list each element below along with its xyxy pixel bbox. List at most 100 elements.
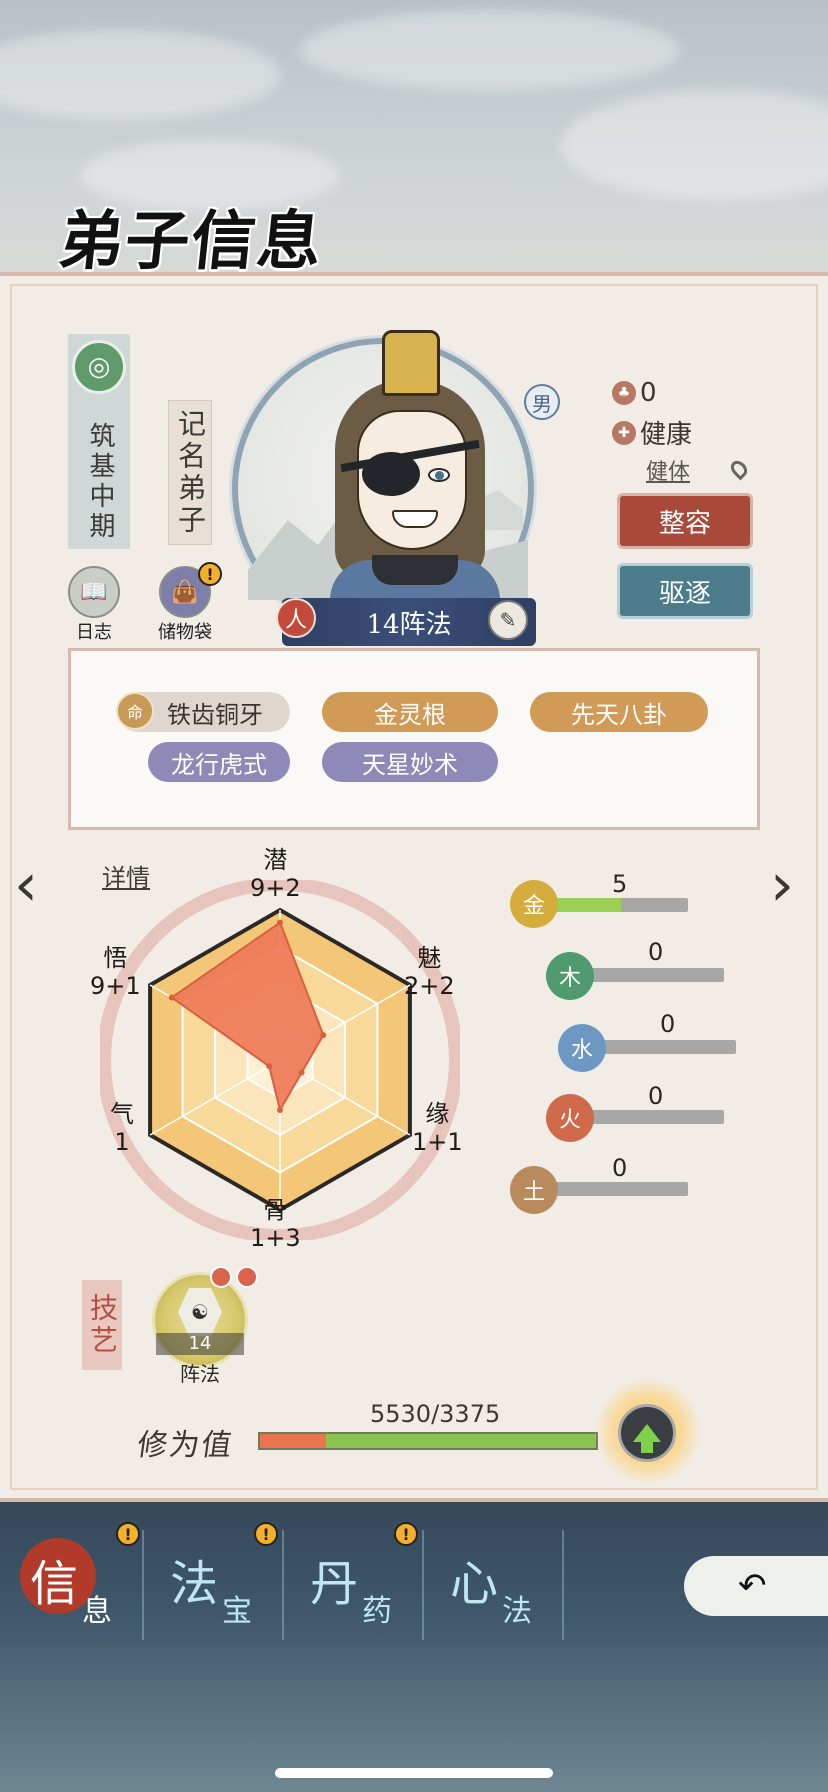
book-icon: 📖 (68, 566, 120, 618)
rank-label: 筑基中期 (85, 422, 115, 542)
element-value: 0 (612, 1154, 628, 1182)
reshape-button[interactable]: 整容 (620, 496, 750, 546)
element-bar (578, 1110, 724, 1124)
trait-tag[interactable]: 金灵根 (322, 692, 498, 732)
fate-icon: 命 (116, 692, 154, 730)
radar-data-point-悟 (168, 994, 175, 1001)
element-icon: 金 (510, 880, 558, 928)
element-bar (578, 968, 724, 982)
tab-treasure[interactable]: 法 宝 (150, 1530, 290, 1640)
tab-small-char: 药 (362, 1594, 392, 1629)
stat-name: 潜 (263, 846, 288, 874)
character-eye (428, 468, 450, 482)
stat-name: 缘 (425, 1100, 450, 1128)
tab-big-char: 心 (450, 1556, 499, 1612)
log-label: 日志 (76, 622, 112, 643)
character-mouth (392, 510, 438, 528)
element-value: 0 (660, 1010, 676, 1038)
tab-info[interactable]: 信 息 (10, 1530, 150, 1640)
mushroom-count: ♣ 0 (612, 378, 657, 408)
stat-name: 悟 (103, 944, 128, 972)
character-crown (382, 330, 440, 396)
radar-data-point-缘 (298, 1069, 305, 1076)
element-icon: 水 (558, 1024, 606, 1072)
prev-disciple-arrow[interactable]: ‹ (14, 850, 38, 920)
cultivation-bar (258, 1432, 598, 1450)
mushroom-count-value: 0 (640, 378, 657, 408)
page-title: 弟子信息 (55, 204, 328, 279)
brush-icon: ✎ (488, 600, 528, 640)
skills-label: 技艺 (86, 1293, 119, 1357)
stat-label-qi: 气 1 (110, 1100, 134, 1156)
constitution-link[interactable]: 健体 (646, 454, 690, 486)
health-status-value: 健康 (640, 420, 693, 450)
heart-icon: ✚ (612, 420, 636, 445)
storage-alert-badge: ! (198, 562, 222, 586)
stat-name: 魅 (417, 944, 442, 972)
element-value: 5 (612, 870, 628, 898)
stat-label-gu: 骨 1+3 (250, 1196, 301, 1252)
stat-label-mei: 魅 2+2 (404, 944, 455, 1000)
gender-badge: 男 (524, 384, 560, 420)
element-icon: 木 (546, 952, 594, 1000)
arrow-up-icon (633, 1424, 661, 1453)
tab-big-char: 法 (170, 1556, 219, 1612)
cultivation-value: 5530/3375 (370, 1400, 501, 1428)
health-status: ✚ 健康 (612, 414, 692, 451)
tab-alert-badge: ! (254, 1522, 278, 1546)
radar-data-point-骨 (277, 1107, 283, 1113)
stat-value: 1 (114, 1128, 130, 1156)
tab-divider (282, 1530, 284, 1640)
tab-small-char: 宝 (222, 1594, 252, 1629)
human-badge: 人 (276, 598, 316, 638)
home-indicator[interactable] (275, 1768, 553, 1778)
radar-data-point-潜 (277, 919, 283, 926)
tab-alert-badge: ! (394, 1522, 418, 1546)
cultivation-bar-segment (260, 1434, 326, 1448)
stat-label-qian: 潜 9+2 (250, 846, 301, 902)
storage-bag-label: 储物袋 (158, 622, 212, 643)
stat-value: 9+2 (250, 874, 301, 902)
skills-side-label: 技艺 (82, 1280, 122, 1370)
radar-data-point-魅 (320, 1032, 327, 1038)
tab-small-char: 法 (502, 1594, 532, 1629)
stat-value: 1+3 (250, 1224, 301, 1252)
expel-button[interactable]: 驱逐 (620, 566, 750, 616)
stat-value: 9+1 (90, 972, 141, 1000)
log-button[interactable]: 📖 日志 (68, 566, 120, 644)
element-bar (540, 898, 688, 912)
stat-label-wu: 悟 9+1 (90, 944, 141, 1000)
back-arrow-icon: ↶ (738, 1566, 767, 1606)
trait-tag[interactable]: 先天八卦 (530, 692, 708, 732)
cultivation-label: 修为值 (135, 1428, 236, 1463)
tab-mind-method[interactable]: 心 法 (430, 1530, 570, 1640)
flame-icon (236, 1266, 258, 1288)
disciple-title-tag: 记名弟子 (168, 400, 212, 545)
next-disciple-arrow[interactable]: › (770, 850, 794, 920)
element-icon: 火 (546, 1094, 594, 1142)
trait-tag[interactable]: 天星妙术 (322, 742, 498, 782)
tab-divider (142, 1530, 144, 1640)
skill-name: 阵法 (180, 1362, 220, 1386)
disciple-title: 记名弟子 (174, 408, 207, 537)
stat-label-yuan: 缘 1+1 (412, 1100, 463, 1156)
tab-small-char: 息 (82, 1594, 112, 1629)
stat-name: 骨 (263, 1196, 288, 1224)
tab-divider (562, 1530, 564, 1640)
stat-value: 2+2 (404, 972, 455, 1000)
traits-panel (68, 648, 760, 830)
radar-data-point-气 (266, 1063, 273, 1070)
upgrade-button[interactable] (618, 1404, 676, 1462)
stat-value: 1+1 (412, 1128, 463, 1156)
tab-pills[interactable]: 丹 药 (290, 1530, 430, 1640)
tab-big-char: 信 (30, 1556, 79, 1612)
character-collar (372, 555, 458, 585)
tab-big-char: 丹 (310, 1556, 359, 1612)
eyepatch (362, 452, 420, 496)
trait-tag[interactable]: 龙行虎式 (148, 742, 290, 782)
element-bar (540, 1182, 688, 1196)
attribute-radar-chart (100, 880, 460, 1240)
tab-divider (422, 1530, 424, 1640)
back-button[interactable]: ↶ (684, 1556, 828, 1616)
element-bar (590, 1040, 736, 1054)
